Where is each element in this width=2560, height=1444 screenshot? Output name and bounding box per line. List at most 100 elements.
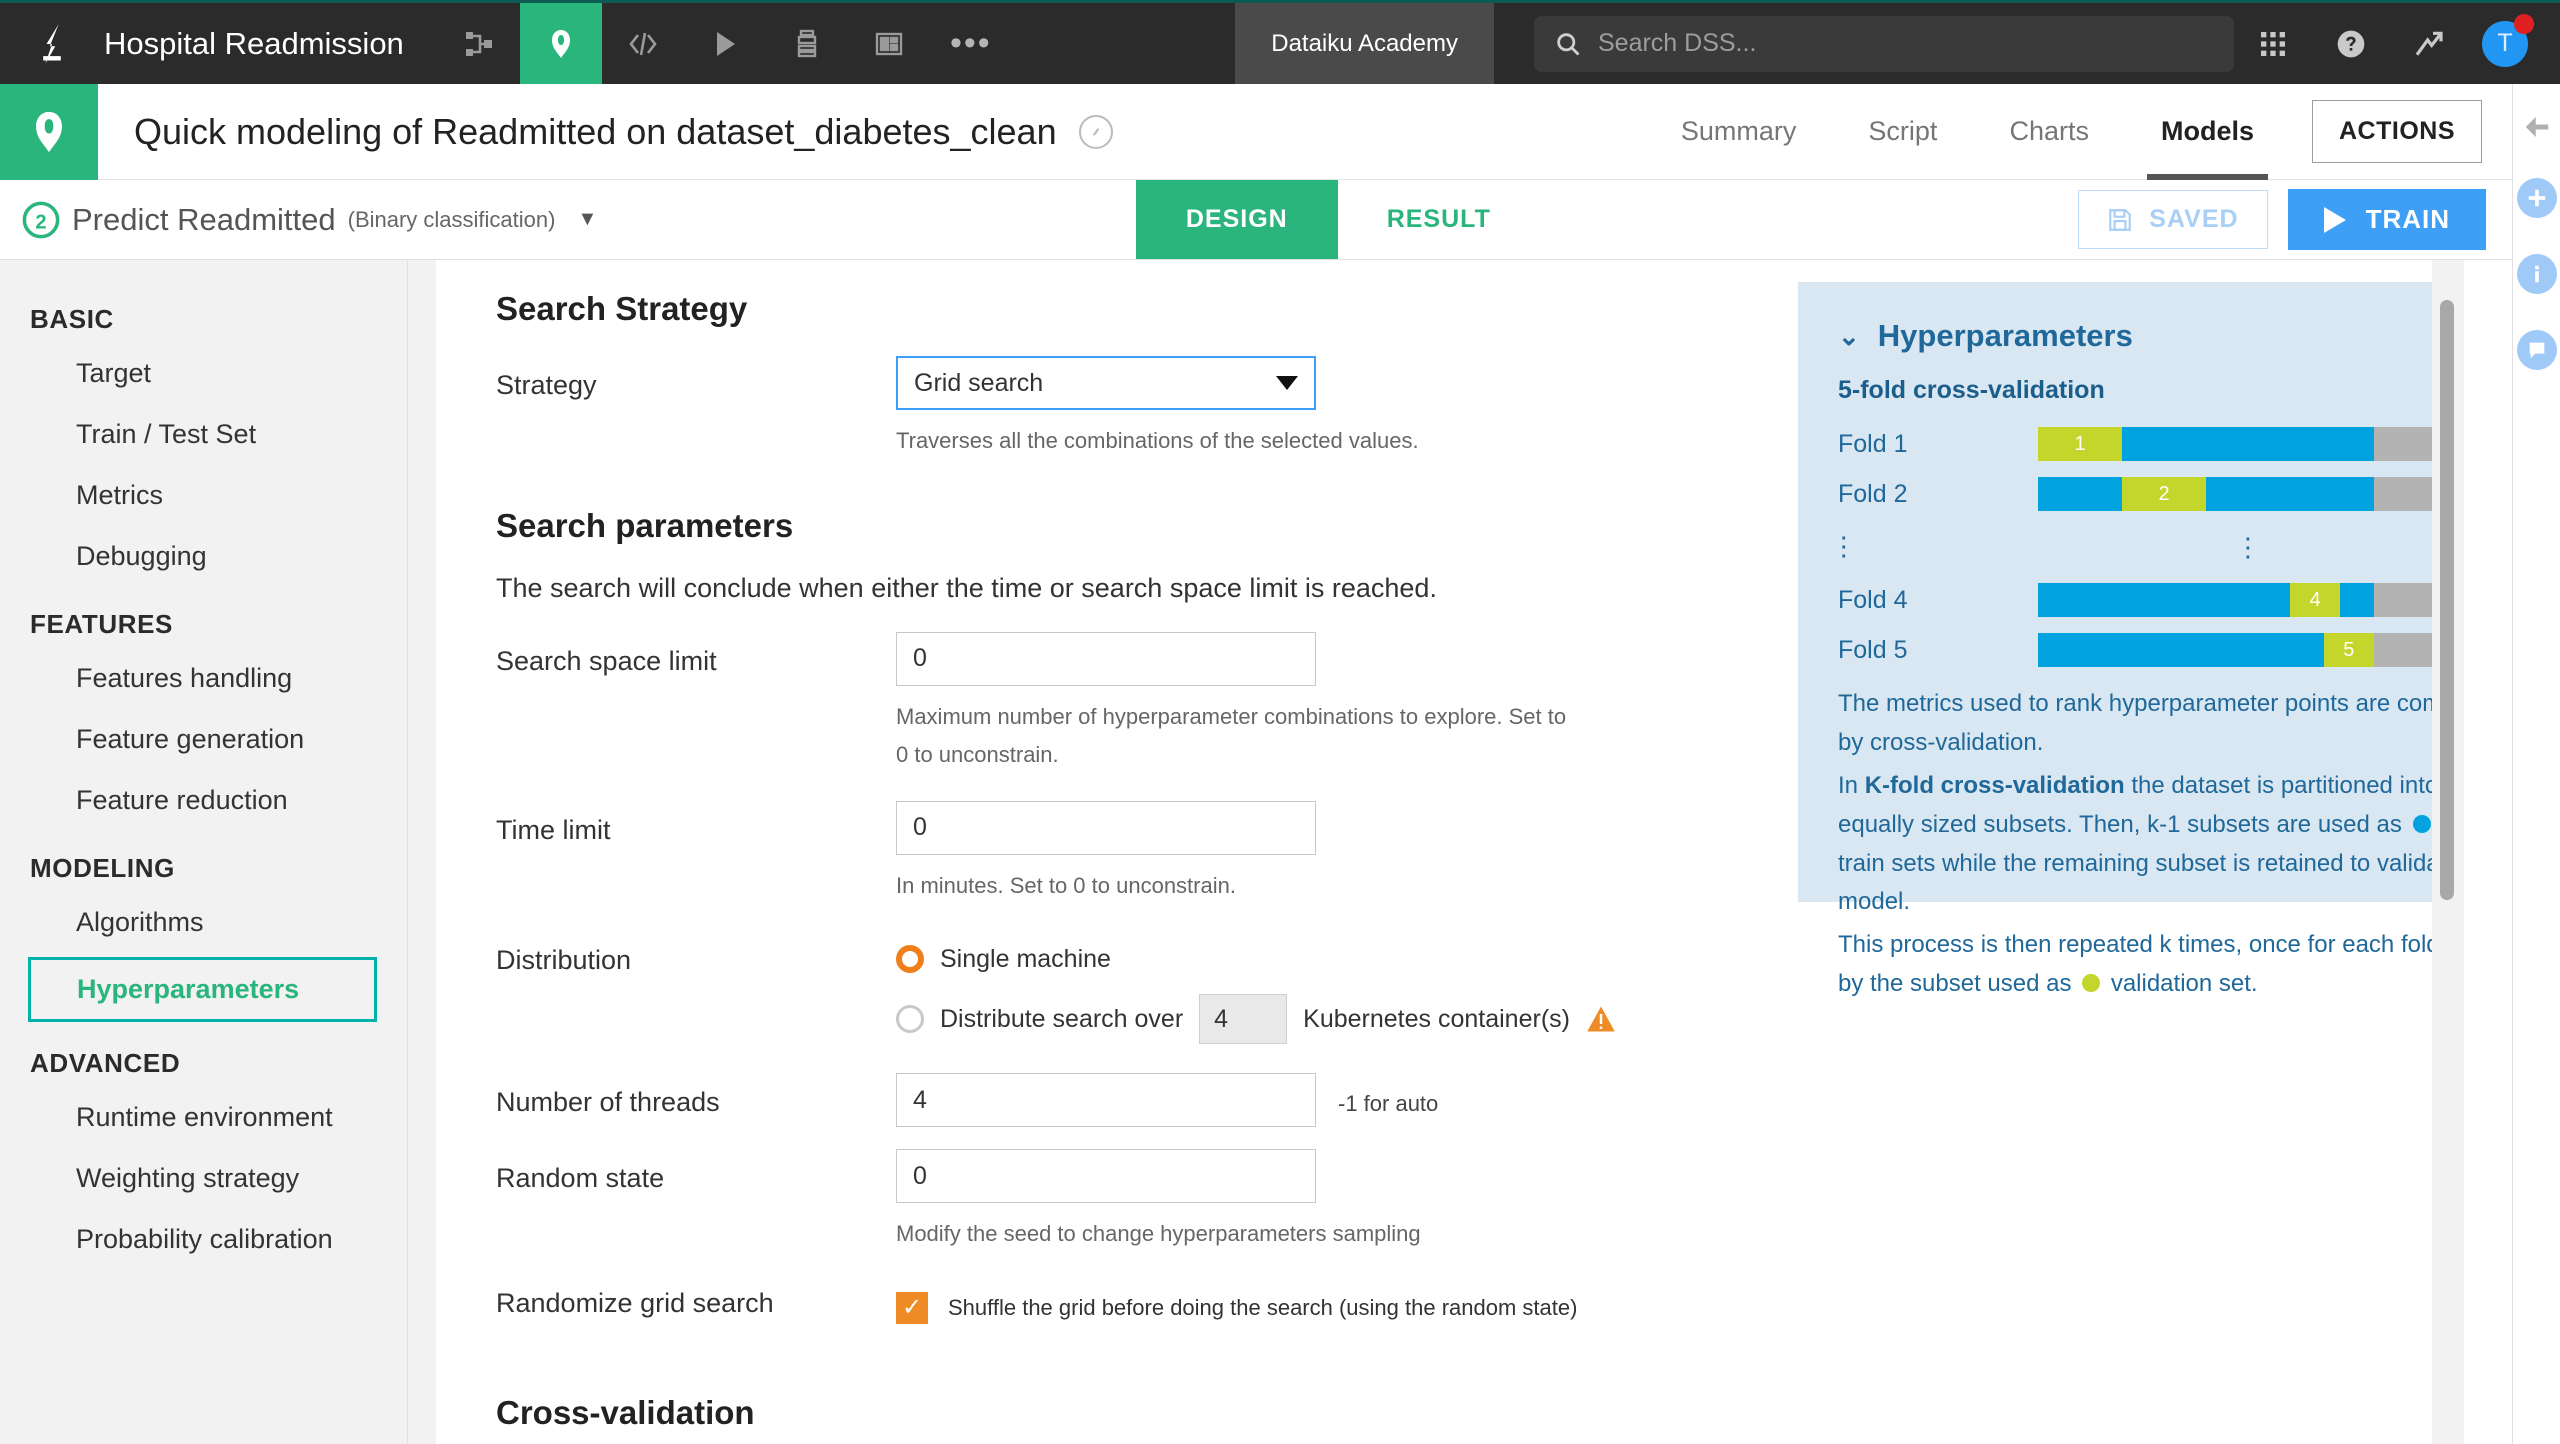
random-state-input[interactable]: 0 [896, 1149, 1316, 1203]
flow-glyph [465, 31, 492, 56]
fold-train-segment [2340, 583, 2374, 617]
label-number-of-threads: Number of threads [496, 1087, 720, 1117]
radio-option-single-machine[interactable]: Single machine [896, 939, 1706, 979]
tab-summary[interactable]: Summary [1645, 84, 1833, 180]
random-state-help: Modify the seed to change hyperparameter… [896, 1221, 1421, 1246]
radio-single-machine[interactable] [896, 945, 924, 973]
control-number-of-threads: 4 -1 for auto [896, 1073, 1706, 1127]
project-name[interactable]: Hospital Readmission [104, 3, 438, 84]
lab-section-icon[interactable] [0, 83, 98, 180]
sidebar-item-hyperparameters[interactable]: Hyperparameters [28, 957, 377, 1022]
sidebar-item-runtime-environment[interactable]: Runtime environment [0, 1087, 407, 1148]
sidebar-group-features: FEATURES [30, 609, 173, 639]
threads-input[interactable]: 4 [896, 1073, 1316, 1127]
header-tabs: Summary Script Charts Models [1645, 84, 2290, 180]
sidebar-item-features-handling[interactable]: Features handling [0, 648, 407, 709]
sidebar-item-debugging[interactable]: Debugging [0, 526, 407, 587]
plus-glyph [2528, 189, 2545, 207]
randomize-checkbox[interactable]: ✓ [896, 1291, 928, 1324]
right-rail [2512, 84, 2560, 1444]
sidebar-item-train-test-set[interactable]: Train / Test Set [0, 404, 407, 465]
info-card-subtitle: 5-fold cross-validation [1838, 376, 2105, 404]
warning-icon[interactable] [1586, 1005, 1616, 1033]
sidebar-item-feature-reduction[interactable]: Feature reduction [0, 770, 407, 831]
para2-pre: In [1838, 771, 1865, 799]
lab-icon[interactable] [519, 3, 602, 84]
save-disk-icon [2109, 208, 2132, 231]
chat-bubble-glyph [2529, 342, 2544, 359]
field-time-limit: Time limit 0 In minutes. Set to 0 to unc… [496, 800, 1706, 906]
radio-option-distribute[interactable]: Distribute search over 4 Kubernetes cont… [896, 994, 1706, 1044]
strategy-help-text: Traverses all the combinations of the se… [896, 428, 1419, 453]
label-randomize-grid-search: Randomize grid search [496, 1287, 774, 1318]
compass-glyph [1092, 127, 1099, 136]
chevron-down-icon[interactable]: ⌄ [1838, 321, 1860, 352]
sidebar-item-probability-calibration[interactable]: Probability calibration [0, 1209, 407, 1270]
threads-hint: -1 for auto [1338, 1091, 1439, 1116]
info-card-header[interactable]: ⌄ Hyperparameters [1838, 318, 2464, 354]
control-time-limit: 0 In minutes. Set to 0 to unconstrain. [896, 800, 1706, 906]
sidebar-item-algorithms[interactable]: Algorithms [0, 892, 407, 953]
chat-icon[interactable] [2516, 330, 2557, 370]
insights-trend-icon[interactable] [2390, 2, 2468, 86]
subheader-buttons: SAVED TRAIN [2078, 180, 2512, 259]
sidebar-item-metrics[interactable]: Metrics [0, 465, 407, 526]
content-scrollbar-track[interactable] [2432, 260, 2464, 1444]
time-limit-input[interactable]: 0 [896, 800, 1316, 855]
content-scrollbar-thumb[interactable] [2440, 300, 2454, 900]
add-icon[interactable] [2516, 178, 2557, 218]
apps-grid-icon[interactable] [2234, 2, 2312, 86]
info-icon[interactable] [2516, 254, 2557, 294]
info-card-title: Hyperparameters [1877, 318, 2133, 353]
dashboard-glyph [875, 32, 903, 55]
tab-charts[interactable]: Charts [1973, 84, 2125, 180]
strategy-select[interactable]: Grid search [896, 356, 1316, 410]
tab-design[interactable]: DESIGN [1135, 180, 1338, 259]
saved-button[interactable]: SAVED [2078, 190, 2268, 249]
arrow-left-glyph [2525, 117, 2548, 137]
sidebar-group-advanced: ADVANCED [30, 1048, 181, 1078]
info-paragraph-3: This process is then repeated k times, o… [1838, 926, 2464, 1004]
design-sidebar: BASIC Target Train / Test Set Metrics De… [0, 260, 408, 1444]
code-icon[interactable] [602, 3, 684, 84]
flow-icon[interactable] [438, 3, 520, 84]
search-input[interactable]: Search DSS... [1534, 15, 2234, 72]
sidebar-group-basic: BASIC [30, 304, 114, 334]
dashboard-icon[interactable] [848, 3, 930, 84]
radio-distribute[interactable] [896, 1005, 924, 1033]
saved-label: SAVED [2149, 205, 2239, 233]
dataiku-logo[interactable] [0, 3, 104, 84]
avatar[interactable]: T [2468, 2, 2542, 86]
info-paragraph-2: In K-fold cross-validation the dataset i… [1838, 767, 2464, 923]
tab-models[interactable]: Models [2125, 84, 2290, 180]
fold-bar: 1 [2038, 427, 2458, 461]
sidebar-item-weighting-strategy[interactable]: Weighting strategy [0, 1148, 407, 1209]
page-header: Quick modeling of Readmitted on dataset_… [0, 83, 2512, 180]
automation-icon[interactable] [766, 3, 848, 84]
more-options-icon[interactable]: ••• [930, 3, 1012, 84]
search-space-limit-input[interactable]: 0 [896, 631, 1316, 686]
fold-label: Fold 4 [1838, 585, 1908, 614]
chevron-down-icon[interactable]: ▼ [577, 208, 597, 231]
train-button[interactable]: TRAIN [2287, 189, 2487, 250]
academy-link[interactable]: Dataiku Academy [1235, 3, 1494, 84]
sidebar-item-feature-generation[interactable]: Feature generation [0, 709, 407, 770]
sidebar-group-modeling: MODELING [30, 853, 175, 883]
back-arrow-icon[interactable] [2522, 112, 2552, 142]
jobs-play-icon[interactable] [684, 3, 766, 84]
randomize-checkbox-row[interactable]: ✓ Shuffle the grid before doing the sear… [896, 1284, 1706, 1324]
search-parameters-note: The search will conclude when either the… [496, 572, 1437, 603]
tab-result[interactable]: RESULT [1338, 180, 1540, 259]
actions-button[interactable]: ACTIONS [2312, 100, 2482, 163]
containers-count-input[interactable]: 4 [1199, 994, 1288, 1044]
ellipsis-left: ⋮ [1829, 531, 1860, 562]
model-subheader: 2 Predict Readmitted (Binary classificat… [0, 180, 2512, 260]
sidebar-item-target[interactable]: Target [0, 343, 407, 404]
strategy-value: Grid search [914, 368, 1044, 397]
tab-script[interactable]: Script [1832, 84, 1973, 180]
label-distribute: Distribute search over [940, 1004, 1184, 1033]
label-random-state: Random state [496, 1163, 665, 1193]
fold-train-segment [2038, 477, 2122, 511]
help-icon[interactable] [2312, 2, 2390, 86]
share-status-icon[interactable] [1078, 114, 1113, 149]
